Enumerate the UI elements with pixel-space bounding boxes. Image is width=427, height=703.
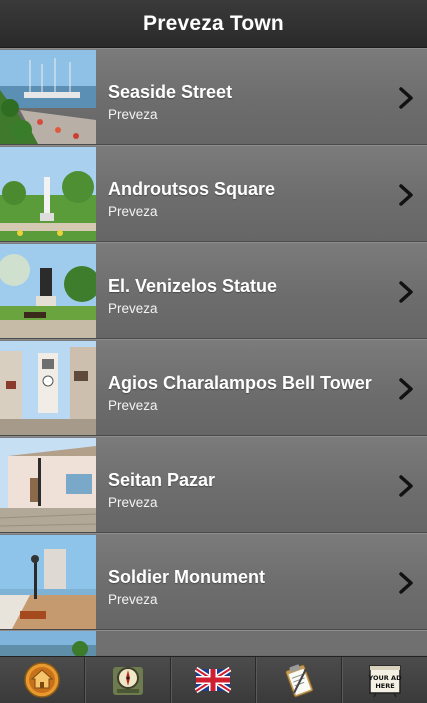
place-title: Soldier Monument xyxy=(108,567,265,587)
home-icon xyxy=(24,662,60,698)
tab-language[interactable] xyxy=(170,657,257,703)
place-subtitle: Preveza xyxy=(108,592,158,607)
tab-compass[interactable] xyxy=(84,657,171,703)
list-item[interactable]: Androutsos Square Preveza xyxy=(0,145,427,242)
app-header: Preveza Town xyxy=(0,0,427,48)
tab-advertise[interactable]: YOUR AD HERE xyxy=(342,657,427,703)
place-title: Seaside Street xyxy=(108,82,233,102)
tab-home[interactable] xyxy=(0,657,85,703)
place-title: Agios Charalampos Bell Tower xyxy=(108,373,372,393)
place-subtitle: Preveza xyxy=(108,398,158,413)
chevron-right-icon xyxy=(399,572,413,594)
place-subtitle: Preveza xyxy=(108,204,158,219)
place-subtitle: Preveza xyxy=(108,495,158,510)
places-list: Seaside Street Preveza Androutsos Square… xyxy=(0,48,427,656)
place-title: El. Venizelos Statue xyxy=(108,276,278,296)
place-thumbnail xyxy=(0,50,96,144)
chevron-right-icon xyxy=(399,87,413,109)
list-item[interactable]: Agios Charalampos Bell Tower Preveza xyxy=(0,339,427,436)
chevron-right-icon xyxy=(399,184,413,206)
place-thumbnail xyxy=(0,535,96,629)
list-item[interactable] xyxy=(0,630,427,656)
compass-icon xyxy=(112,667,143,695)
place-title: Androutsos Square xyxy=(108,179,276,199)
place-subtitle: Preveza xyxy=(108,301,158,316)
place-subtitle: Preveza xyxy=(108,107,158,122)
svg-text:HERE: HERE xyxy=(375,682,394,690)
page-title: Preveza Town xyxy=(143,11,284,35)
ad-icon-label: YOUR AD xyxy=(368,674,403,682)
list-item[interactable]: Seaside Street Preveza xyxy=(0,48,427,145)
tab-info[interactable] xyxy=(256,657,343,703)
chevron-right-icon xyxy=(399,475,413,497)
place-thumbnail xyxy=(0,631,96,656)
list-item[interactable]: Seitan Pazar Preveza xyxy=(0,436,427,533)
bottom-tab-bar: YOUR AD HERE xyxy=(0,656,427,703)
chevron-right-icon xyxy=(399,281,413,303)
place-title: Seitan Pazar xyxy=(108,470,216,490)
place-thumbnail xyxy=(0,244,96,338)
place-thumbnail xyxy=(0,147,96,241)
place-thumbnail xyxy=(0,438,96,532)
list-item[interactable]: Soldier Monument Preveza xyxy=(0,533,427,630)
chevron-right-icon xyxy=(399,378,413,400)
list-item[interactable]: El. Venizelos Statue Preveza xyxy=(0,242,427,339)
clipboard-icon xyxy=(285,664,314,698)
uk-flag-icon xyxy=(195,666,232,694)
place-thumbnail xyxy=(0,341,96,435)
ad-icon: YOUR AD HERE xyxy=(368,665,403,698)
